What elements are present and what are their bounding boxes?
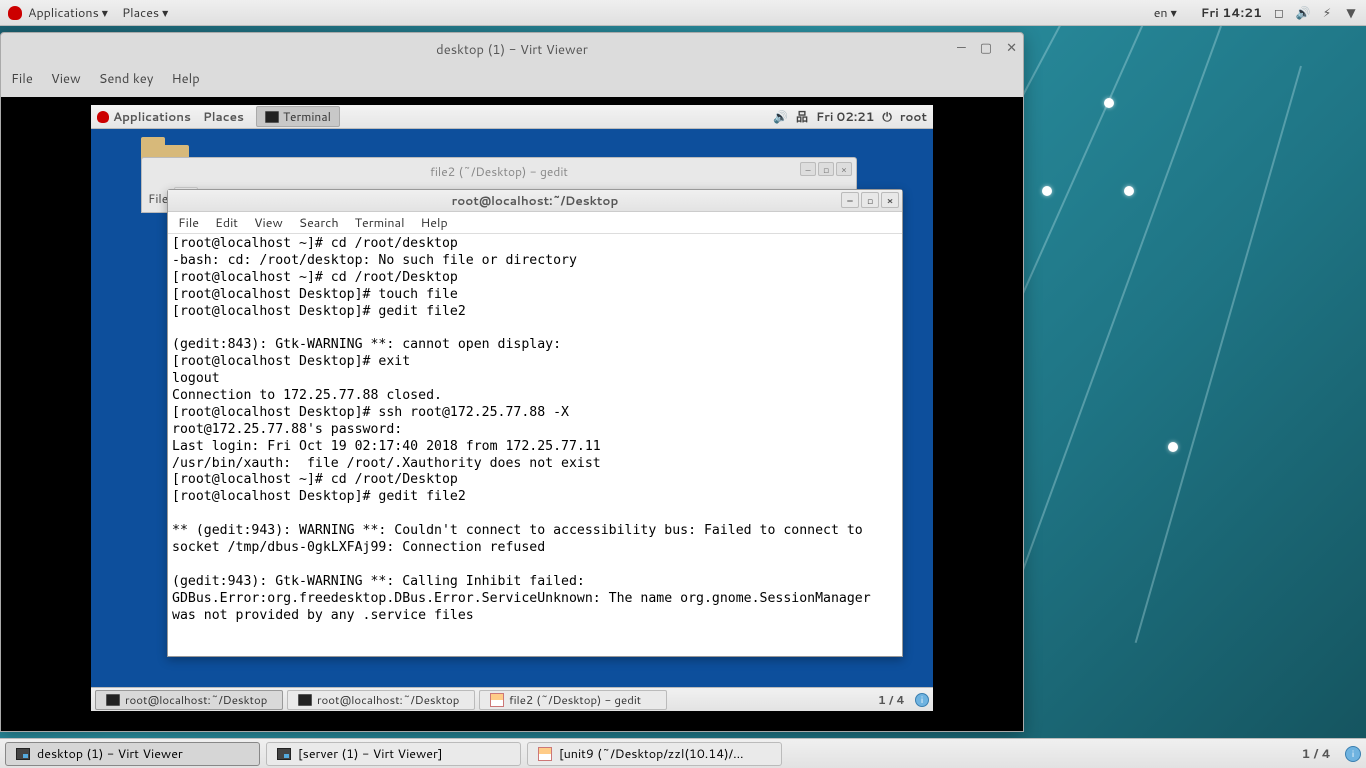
guest-task-gedit[interactable]: file2 (~/Desktop) - gedit (479, 690, 667, 710)
term-menu-search[interactable]: Search (299, 214, 339, 232)
virt-viewer-menubar: File View Send key Help (1, 67, 1023, 91)
host-menu-applications[interactable]: Applications ▼ (28, 4, 108, 22)
host-desktop: desktop (1) - Virt Viewer — ▢ ✕ File Vie… (0, 26, 1366, 738)
term-menu-file[interactable]: File (178, 214, 199, 232)
guest-menu-places[interactable]: Places (203, 108, 244, 125)
task-label: [unit9 (~/Desktop/zzl(10.14)/... (559, 745, 744, 763)
vv-menu-help[interactable]: Help (171, 70, 199, 88)
task-label: file2 (~/Desktop) - gedit (509, 691, 641, 708)
term-menu-view[interactable]: View (254, 214, 283, 232)
terminal-icon (265, 111, 279, 123)
close-button[interactable]: ✕ (1006, 39, 1017, 57)
window-title: desktop (1) - Virt Viewer (436, 41, 588, 59)
chevron-down-icon: ▼ (1171, 7, 1177, 19)
guest-top-panel: Applications Places Terminal 🔊 品 Fri 02:… (91, 105, 933, 129)
guest-clock[interactable]: Fri 02:21 (816, 108, 874, 125)
virt-viewer-icon (277, 748, 291, 760)
guest-user-label[interactable]: root (900, 108, 927, 125)
term-menu-edit[interactable]: Edit (215, 214, 238, 232)
term-menu-help[interactable]: Help (421, 214, 448, 232)
guest-taskbar: root@localhost:~/Desktop root@localhost:… (91, 687, 933, 711)
host-menu-places[interactable]: Places ▼ (122, 4, 168, 22)
task-label: root@localhost:~/Desktop (317, 691, 459, 708)
host-workspace-label[interactable]: 1 / 4 (1301, 745, 1331, 763)
chevron-down-icon[interactable]: ▼ (1344, 6, 1358, 20)
terminal-output[interactable]: [root@localhost ~]# cd /root/desktop -ba… (168, 234, 902, 626)
maximize-button[interactable]: ▫ (818, 162, 834, 176)
terminal-window: root@localhost:~/Desktop – ▫ × File Edit… (167, 189, 903, 657)
host-task-desktop-vv[interactable]: desktop (1) - Virt Viewer (5, 742, 260, 766)
redhat-icon (8, 6, 22, 20)
close-button[interactable]: × (881, 192, 899, 208)
guest-task-terminal-2[interactable]: root@localhost:~/Desktop (287, 690, 475, 710)
virt-viewer-icon (16, 748, 30, 760)
guest-desktop: file2 (~/Desktop) - gedit – ▫ × File (91, 129, 933, 711)
host-clock[interactable]: Fri 14:21 (1201, 4, 1262, 22)
guest-workspace-label[interactable]: 1 / 4 (878, 691, 905, 708)
ime-indicator[interactable]: en ▼ (1154, 4, 1177, 22)
chevron-down-icon: ▼ (162, 7, 168, 19)
guest-active-app-tab[interactable]: Terminal (256, 106, 340, 127)
terminal-icon (106, 694, 120, 706)
host-taskbar: desktop (1) - Virt Viewer [server (1) - … (0, 738, 1366, 768)
close-button[interactable]: × (836, 162, 852, 176)
battery-icon[interactable]: ⚡ (1320, 6, 1334, 20)
applications-label: Applications (28, 4, 99, 22)
power-icon[interactable]: ⏻ (882, 108, 892, 125)
minimize-button[interactable]: – (841, 192, 859, 208)
minimize-button[interactable]: — (957, 39, 966, 57)
host-top-panel: Applications ▼ Places ▼ en ▼ Fri 14:21 ◻… (0, 0, 1366, 26)
terminal-menubar: File Edit View Search Terminal Help (168, 212, 902, 234)
volume-icon[interactable]: 🔊 (773, 108, 788, 125)
maximize-button[interactable]: ▫ (861, 192, 879, 208)
volume-icon[interactable]: 🔊 (1296, 6, 1310, 20)
terminal-icon (298, 694, 312, 706)
gedit-icon (490, 693, 504, 707)
guest-active-app-label: Terminal (283, 108, 331, 125)
task-label: [server (1) - Virt Viewer] (298, 745, 443, 763)
workspace-indicator-icon[interactable]: i (1345, 746, 1361, 762)
gedit-title: file2 (~/Desktop) - gedit (430, 163, 568, 180)
network-icon[interactable]: 品 (796, 108, 808, 125)
guest-screen: Applications Places Terminal 🔊 品 Fri 02:… (1, 97, 1023, 731)
term-menu-terminal[interactable]: Terminal (355, 214, 405, 232)
task-label: desktop (1) - Virt Viewer (37, 745, 183, 763)
host-tray: en ▼ Fri 14:21 ◻ 🔊 ⚡ ▼ (1154, 4, 1358, 22)
virt-viewer-titlebar[interactable]: desktop (1) - Virt Viewer — ▢ ✕ (1, 33, 1023, 67)
task-label: root@localhost:~/Desktop (125, 691, 267, 708)
terminal-title: root@localhost:~/Desktop (452, 192, 619, 209)
host-task-server-vv[interactable]: [server (1) - Virt Viewer] (266, 742, 521, 766)
redhat-icon (97, 111, 109, 123)
minimize-button[interactable]: – (800, 162, 816, 176)
chevron-down-icon: ▼ (102, 7, 108, 19)
accessibility-icon[interactable]: ◻ (1272, 6, 1286, 20)
virt-viewer-window: desktop (1) - Virt Viewer — ▢ ✕ File Vie… (0, 32, 1024, 732)
gedit-file-label: File (148, 190, 168, 207)
places-label: Places (122, 4, 159, 22)
guest-task-terminal-1[interactable]: root@localhost:~/Desktop (95, 690, 283, 710)
vv-menu-file[interactable]: File (11, 70, 33, 88)
lang-label: en (1154, 4, 1168, 22)
workspace-indicator-icon[interactable]: i (915, 693, 929, 707)
host-task-gedit[interactable]: [unit9 (~/Desktop/zzl(10.14)/... (527, 742, 782, 766)
vv-menu-view[interactable]: View (51, 70, 81, 88)
guest-menu-applications[interactable]: Applications (113, 108, 191, 125)
vv-menu-sendkey[interactable]: Send key (99, 70, 154, 88)
gedit-icon (538, 747, 552, 761)
terminal-titlebar[interactable]: root@localhost:~/Desktop – ▫ × (168, 190, 902, 212)
maximize-button[interactable]: ▢ (980, 39, 992, 57)
